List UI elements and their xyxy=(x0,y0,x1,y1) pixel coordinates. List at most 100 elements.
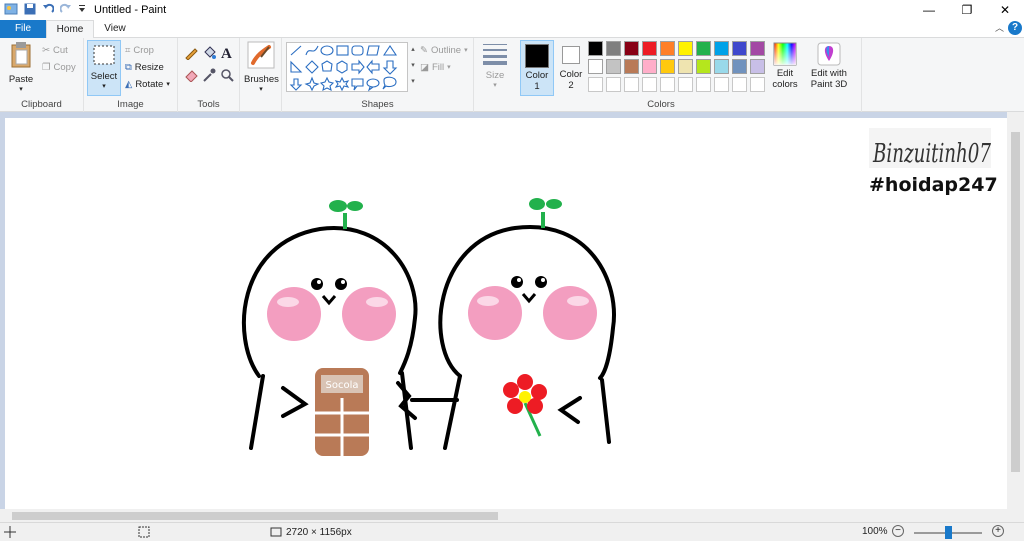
help-button[interactable]: ? xyxy=(1008,21,1022,35)
zoom-out-button[interactable]: − xyxy=(892,525,904,537)
cut-button[interactable]: ✂ Cut xyxy=(42,42,68,58)
palette-swatch[interactable] xyxy=(642,41,657,56)
palette-swatch[interactable] xyxy=(660,41,675,56)
palette-swatch[interactable] xyxy=(588,41,603,56)
undo-icon[interactable] xyxy=(42,3,55,18)
fill-bucket-icon[interactable] xyxy=(202,46,216,60)
size-button[interactable]: Size ▾ xyxy=(478,41,512,89)
paint3d-label-b: Paint 3D xyxy=(810,79,848,90)
paste-dropdown-chevron-icon[interactable]: ▾ xyxy=(6,85,36,93)
palette-swatch[interactable] xyxy=(714,41,729,56)
shapes-gallery-scroll[interactable]: ▴ ▾ ▾ xyxy=(409,42,417,92)
crop-icon: ⌗ xyxy=(125,44,131,56)
flower xyxy=(503,374,547,437)
collapse-ribbon-chevron-icon[interactable]: ︿ xyxy=(995,21,1004,34)
palette-swatch[interactable] xyxy=(750,41,765,56)
restore-button[interactable]: ❐ xyxy=(948,0,986,20)
custom-color-slot[interactable] xyxy=(624,77,639,92)
pencil-icon[interactable] xyxy=(184,46,198,60)
rotate-dropdown-chevron-icon: ▾ xyxy=(166,81,170,88)
fill-button[interactable]: ◪ Fill ▾ xyxy=(420,59,451,75)
color2-button[interactable]: Color 2 xyxy=(556,40,586,96)
canvas-drawing: Binzuitinh07 #hoidap247 Socola xyxy=(242,128,998,456)
custom-color-slot[interactable] xyxy=(606,77,621,92)
palette-swatch[interactable] xyxy=(732,41,747,56)
canvas-size-icon xyxy=(270,527,282,537)
fill-icon: ◪ xyxy=(420,61,429,73)
image-group-label: Image xyxy=(117,99,144,110)
copy-button[interactable]: ❐ Copy xyxy=(42,59,76,75)
custom-color-slot[interactable] xyxy=(642,77,657,92)
right-face xyxy=(468,276,597,340)
title-bar: Untitled - Paint — ❐ ✕ xyxy=(0,0,1024,20)
chocolate-label: Socola xyxy=(326,380,359,391)
palette-swatch[interactable] xyxy=(624,41,639,56)
shapes-gallery[interactable] xyxy=(286,42,408,92)
redo-icon[interactable] xyxy=(59,3,72,18)
paste-button[interactable]: Paste ▾ xyxy=(6,41,36,93)
text-tool-icon[interactable]: A xyxy=(220,44,234,60)
color2-label-a: Color xyxy=(559,69,583,80)
palette-swatch[interactable] xyxy=(606,59,621,74)
save-icon[interactable] xyxy=(24,3,36,18)
drawing-canvas[interactable]: Binzuitinh07 #hoidap247 Socola xyxy=(5,118,1015,509)
rotate-button[interactable]: ◭ Rotate ▾ xyxy=(125,76,170,92)
tab-file[interactable]: File xyxy=(0,20,46,38)
custom-color-slot[interactable] xyxy=(714,77,729,92)
color1-label-a: Color xyxy=(525,70,549,81)
palette-swatch[interactable] xyxy=(714,59,729,74)
color1-button[interactable]: Color 1 xyxy=(520,40,554,96)
palette-swatch[interactable] xyxy=(678,59,693,74)
eraser-icon[interactable] xyxy=(184,68,198,82)
palette-swatch[interactable] xyxy=(750,59,765,74)
vertical-scrollbar[interactable] xyxy=(1007,112,1024,509)
brushes-dropdown-chevron-icon[interactable]: ▾ xyxy=(244,85,278,93)
crop-button[interactable]: ⌗ Crop xyxy=(125,42,154,58)
palette-swatch[interactable] xyxy=(624,59,639,74)
edit-colors-button[interactable]: Edit colors xyxy=(766,40,804,96)
magnifier-icon[interactable] xyxy=(220,68,234,82)
palette-swatch[interactable] xyxy=(678,41,693,56)
custom-color-slot[interactable] xyxy=(678,77,693,92)
tab-home[interactable]: Home xyxy=(46,20,94,39)
custom-color-slot[interactable] xyxy=(750,77,765,92)
zoom-in-button[interactable]: + xyxy=(992,525,1004,537)
palette-swatch[interactable] xyxy=(732,59,747,74)
close-button[interactable]: ✕ xyxy=(986,0,1024,20)
palette-swatch[interactable] xyxy=(606,41,621,56)
zoom-slider-thumb[interactable] xyxy=(945,526,952,539)
size-group: Size ▾ xyxy=(474,38,516,112)
tab-view[interactable]: View xyxy=(96,20,134,38)
select-label: Select xyxy=(90,71,118,82)
palette-swatch[interactable] xyxy=(642,59,657,74)
line-size-icon xyxy=(483,44,507,65)
right-character xyxy=(438,224,616,450)
vertical-scroll-thumb[interactable] xyxy=(1011,132,1020,472)
color-palette xyxy=(588,41,788,97)
color2-label-b: 2 xyxy=(568,80,574,91)
horizontal-scroll-thumb[interactable] xyxy=(12,512,498,520)
custom-color-slot[interactable] xyxy=(588,77,603,92)
edit-with-paint3d-button[interactable]: Edit with Paint 3D xyxy=(806,40,852,96)
custom-color-slot[interactable] xyxy=(732,77,747,92)
minimize-button[interactable]: — xyxy=(910,0,948,20)
palette-swatch[interactable] xyxy=(696,59,711,74)
outline-button[interactable]: ✎ Outline ▾ xyxy=(420,42,468,58)
horizontal-scrollbar[interactable] xyxy=(0,509,1007,522)
select-button[interactable]: Select ▾ xyxy=(87,40,121,96)
ribbon-tabs: File Home View xyxy=(0,20,1024,39)
svg-text:A: A xyxy=(221,46,232,60)
palette-swatch[interactable] xyxy=(696,41,711,56)
customize-toolbar-chevron-icon[interactable] xyxy=(78,4,86,17)
select-dropdown-chevron-icon[interactable]: ▾ xyxy=(88,82,120,90)
colors-group-label: Colors xyxy=(647,99,675,110)
resize-button[interactable]: ⧉ Resize xyxy=(125,59,164,75)
signature-text: Binzuitinh07 xyxy=(872,139,991,169)
custom-color-slot[interactable] xyxy=(660,77,675,92)
palette-swatch[interactable] xyxy=(588,59,603,74)
color-picker-icon[interactable] xyxy=(202,68,216,82)
brushes-button[interactable]: Brushes ▾ xyxy=(244,41,279,93)
palette-swatch[interactable] xyxy=(660,59,675,74)
custom-color-slot[interactable] xyxy=(696,77,711,92)
ribbon: Paste ▾ ✂ Cut ❐ Copy Clipboard Select ▾ ⌗ C… xyxy=(0,38,1024,112)
